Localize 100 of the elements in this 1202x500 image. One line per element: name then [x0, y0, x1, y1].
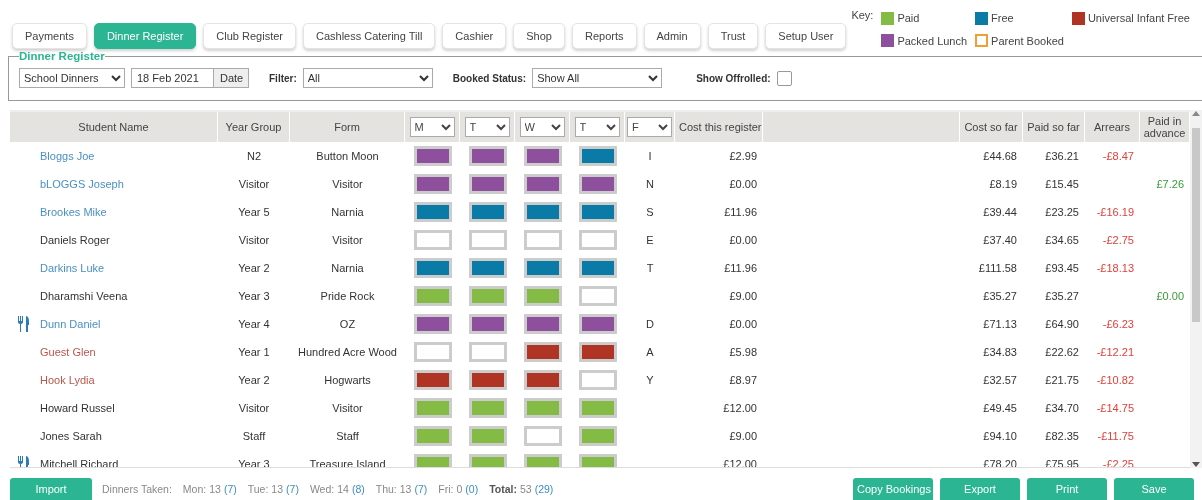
table-cell: -£10.82 [1096, 373, 1134, 386]
meal-booking-toggle[interactable] [413, 257, 452, 278]
student-name-link[interactable]: Guest Glen [40, 345, 96, 358]
meal-booking-toggle[interactable] [413, 425, 452, 446]
meal-booking-toggle[interactable] [468, 369, 507, 390]
meal-booking-toggle[interactable] [578, 453, 617, 467]
meal-booking-toggle[interactable] [468, 397, 507, 418]
meal-booking-toggle[interactable] [413, 145, 452, 166]
meal-booking-toggle[interactable] [578, 229, 617, 250]
meal-booking-toggle[interactable] [413, 397, 452, 418]
student-name-link[interactable]: Dunn Daniel [40, 317, 101, 330]
table-cell: Staff [336, 429, 359, 442]
meal-booking-toggle[interactable] [523, 173, 562, 194]
student-name-link[interactable]: Jones Sarah [40, 429, 102, 442]
meal-booking-toggle[interactable] [578, 425, 617, 446]
day-select[interactable]: W [519, 116, 565, 137]
key-label: Key: [851, 9, 874, 23]
nav-tab[interactable]: Reports [571, 23, 637, 49]
date-field[interactable]: 18 Feb 2021 [131, 68, 213, 88]
meal-booking-toggle[interactable] [413, 173, 452, 194]
scroll-down-icon[interactable] [1192, 462, 1200, 468]
meal-booking-toggle[interactable] [523, 201, 562, 222]
nav-tab[interactable]: Trust [707, 23, 759, 49]
student-name-link[interactable]: Darkins Luke [40, 261, 105, 274]
table-cell: Hogwarts [324, 373, 371, 386]
meal-booking-toggle[interactable] [578, 173, 617, 194]
nav-tab[interactable]: Cashier [442, 23, 507, 49]
filter-select[interactable]: All [302, 68, 433, 88]
meal-booking-toggle[interactable] [468, 201, 507, 222]
table-cell: N2 [246, 149, 262, 162]
meal-booking-toggle[interactable] [523, 369, 562, 390]
meal-booking-toggle[interactable] [413, 285, 452, 306]
meal-booking-toggle[interactable] [578, 145, 617, 166]
student-name-link[interactable]: Mitchell Richard [40, 457, 119, 467]
table-cell: Year 5 [238, 205, 270, 218]
meal-booking-toggle[interactable] [523, 229, 562, 250]
meal-booking-toggle[interactable] [468, 257, 507, 278]
stat-value: 13 [271, 483, 284, 495]
meal-booking-toggle[interactable] [413, 453, 452, 467]
day-select[interactable]: T [464, 116, 510, 137]
meal-booking-toggle[interactable] [578, 341, 617, 362]
meal-booking-toggle[interactable] [413, 369, 452, 390]
stat-count: (29) [534, 483, 554, 495]
show-offrolled-checkbox[interactable] [776, 70, 792, 86]
meal-booking-toggle[interactable] [468, 145, 507, 166]
meal-booking-toggle[interactable] [468, 341, 507, 362]
student-name-link[interactable]: Brookes Mike [40, 205, 107, 218]
nav-tab[interactable]: Club Register [203, 23, 296, 49]
meal-booking-toggle[interactable] [468, 229, 507, 250]
student-name-link[interactable]: Bloggs Joe [40, 149, 95, 162]
table-cell: -£18.13 [1096, 261, 1134, 274]
student-name-link[interactable]: Daniels Roger [40, 233, 110, 246]
meal-type-select[interactable]: School Dinners [19, 68, 125, 88]
meal-booking-toggle[interactable] [523, 313, 562, 334]
meal-booking-toggle[interactable] [413, 201, 452, 222]
meal-booking-toggle[interactable] [468, 425, 507, 446]
meal-booking-toggle[interactable] [523, 285, 562, 306]
meal-booking-toggle[interactable] [413, 341, 452, 362]
table-cell: £7.26 [1156, 177, 1184, 190]
meal-booking-toggle[interactable] [413, 229, 452, 250]
nav-tab[interactable]: Admin [643, 23, 701, 49]
meal-booking-toggle[interactable] [468, 173, 507, 194]
student-name-link[interactable]: Hook Lydia [40, 373, 95, 386]
table-cell: £0.00 [729, 317, 757, 330]
date-button[interactable]: Date [213, 68, 249, 88]
meal-booking-toggle[interactable] [523, 341, 562, 362]
meal-booking-toggle[interactable] [523, 425, 562, 446]
nav-tab[interactable]: Setup User [765, 23, 847, 49]
table-cell: £34.83 [983, 345, 1017, 358]
meal-booking-toggle[interactable] [468, 453, 507, 467]
meal-booking-toggle[interactable] [523, 257, 562, 278]
meal-booking-toggle[interactable] [578, 285, 617, 306]
table-cell: S [646, 205, 654, 218]
meal-booking-toggle[interactable] [578, 313, 617, 334]
meal-booking-toggle[interactable] [578, 257, 617, 278]
scroll-up-icon[interactable] [1192, 110, 1200, 116]
meal-booking-toggle[interactable] [523, 145, 562, 166]
meal-booking-toggle[interactable] [468, 313, 507, 334]
table-cell: £12.00 [723, 457, 757, 467]
booked-status-select[interactable]: Show All [532, 68, 663, 88]
nav-tab[interactable]: Cashless Catering Till [303, 23, 436, 49]
student-name-link[interactable]: bLOGGS Joseph [40, 177, 124, 190]
meal-booking-toggle[interactable] [578, 397, 617, 418]
day-select[interactable]: M [409, 116, 455, 137]
day-select[interactable]: F [627, 116, 672, 137]
nav-tab[interactable]: Payments [12, 23, 87, 49]
student-name-link[interactable]: Dharamshi Veena [40, 289, 128, 302]
meal-booking-toggle[interactable] [523, 453, 562, 467]
day-select[interactable]: T [574, 116, 620, 137]
table-cell: £82.35 [1045, 429, 1079, 442]
meal-booking-toggle[interactable] [468, 285, 507, 306]
table-cell: £11.96 [724, 261, 757, 274]
legend-label: Free [991, 12, 1014, 25]
scrollbar[interactable] [1190, 110, 1202, 468]
student-name-link[interactable]: Howard Russel [40, 401, 115, 414]
meal-booking-toggle[interactable] [523, 397, 562, 418]
meal-booking-toggle[interactable] [413, 313, 452, 334]
meal-booking-toggle[interactable] [578, 201, 617, 222]
nav-tab[interactable]: Shop [513, 23, 565, 49]
meal-booking-toggle[interactable] [578, 369, 617, 390]
